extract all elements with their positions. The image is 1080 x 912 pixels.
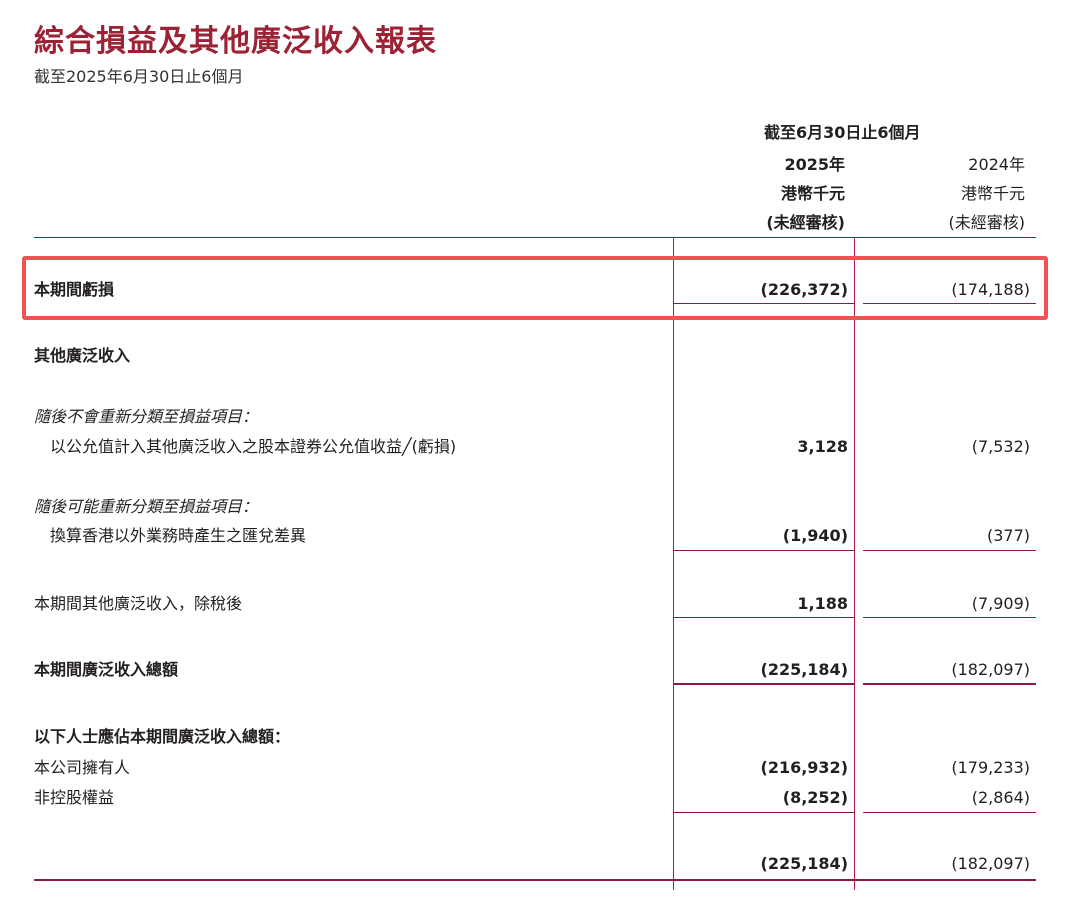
row-final-total-2025: (225,184) [760,854,849,873]
col-2024-unit: 港幣千元 [960,184,1025,203]
row-owners-label: 本公司擁有人 [34,758,131,777]
bottom-rule [34,879,1036,881]
row-oci-net-2024: (7,909) [971,594,1030,613]
row-total-ci-2024: (182,097) [951,660,1030,679]
row-oci-net-label: 本期間其他廣泛收入，除稅後 [34,594,243,613]
col-2025-unit: 港幣千元 [780,184,845,203]
row-total-ci-label: 本期間廣泛收入總額 [34,660,179,679]
header-rule [34,237,1036,238]
row-fvoci-2025: 3,128 [797,437,848,456]
row-fx-label: 換算香港以外業務時產生之匯兌差異 [50,526,307,545]
row-nci-label: 非控股權益 [34,788,115,807]
row-final-total-2024: (182,097) [951,854,1030,873]
rule-total-ci-2025 [673,683,855,685]
period-heading: 截至6月30日止6個月 [764,123,921,142]
rule-oci-net-2024 [863,617,1036,618]
col-2025-year: 2025年 [784,155,845,174]
attrib-heading: 以下人士應佔本期間廣泛收入總額： [34,727,291,746]
not-reclass-heading: 隨後不會重新分類至損益項目： [34,407,259,426]
page-subtitle: 截至2025年6月30日止6個月 [34,67,244,86]
may-reclass-heading: 隨後可能重新分類至損益項目： [34,497,259,516]
row-total-ci-2025: (225,184) [760,660,849,679]
rule-fx-2024 [863,550,1036,551]
row-fvoci-label: 以公允值計入其他廣泛收入之股本證券公允值收益╱(虧損) [50,437,457,456]
rule-nci-2024 [863,812,1036,813]
page-title: 綜合損益及其他廣泛收入報表 [34,24,437,59]
col-2025-audit: (未經審核) [766,213,845,232]
rule-total-ci-2024 [863,683,1036,685]
row-fvoci-2024: (7,532) [971,437,1030,456]
row-fx-2024: (377) [986,526,1030,545]
row-nci-2024: (2,864) [971,788,1030,807]
highlight-box [22,256,1048,320]
rule-oci-net-2025 [673,617,855,618]
col-2024-year: 2024年 [968,155,1025,174]
rule-fx-2025 [673,550,855,551]
oci-heading: 其他廣泛收入 [34,346,131,365]
row-owners-2025: (216,932) [760,758,849,777]
row-fx-2025: (1,940) [782,526,848,545]
row-nci-2025: (8,252) [782,788,848,807]
row-oci-net-2025: 1,188 [797,594,848,613]
col-2024-audit: (未經審核) [948,213,1026,232]
rule-nci-2025 [673,812,855,813]
row-owners-2024: (179,233) [951,758,1030,777]
